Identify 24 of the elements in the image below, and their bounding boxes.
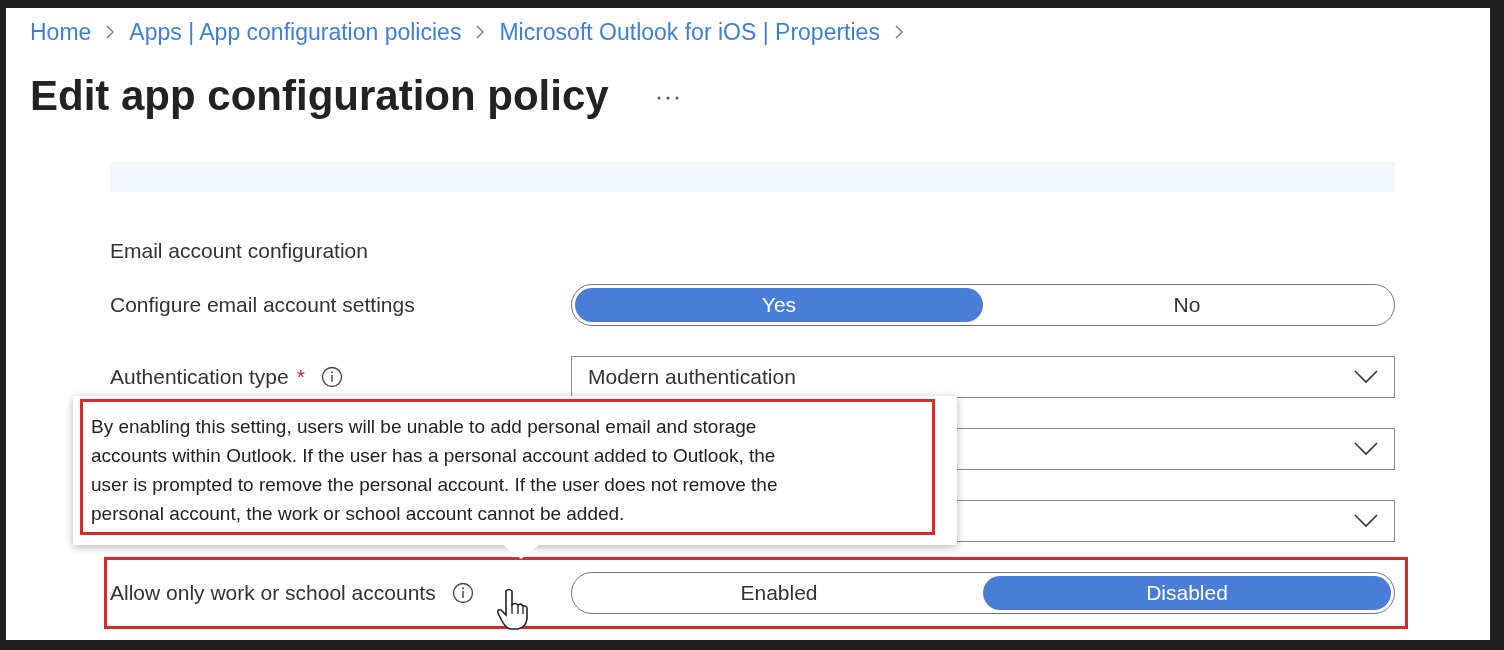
setting-label: Allow only work or school accounts <box>110 581 436 605</box>
setting-label: Configure email account settings <box>110 293 415 317</box>
chevron-down-icon <box>1354 514 1378 528</box>
setting-label: Authentication type <box>110 365 289 389</box>
tooltip-text: By enabling this setting, users will be unable to add personal email and storage accounts within Outlook. If the user has a personal account added to Outlook, the user is prompted to remove the personal account. If the user does not remove the personal account, the work or school account cannot be added. <box>80 399 935 535</box>
chevron-right-icon <box>893 24 904 40</box>
breadcrumb-link[interactable]: Apps | App configuration policies <box>129 18 462 46</box>
breadcrumb-link[interactable]: Microsoft Outlook for iOS | Properties <box>499 18 880 46</box>
more-options-icon[interactable] <box>656 96 679 100</box>
chevron-down-icon <box>1354 370 1378 384</box>
toggle-option[interactable]: Enabled <box>575 576 983 610</box>
section-heading: Email account configuration <box>110 238 369 264</box>
toggle-option[interactable]: No <box>983 288 1391 322</box>
chevron-right-icon <box>475 24 486 40</box>
info-icon[interactable] <box>320 366 343 388</box>
chevron-right-icon <box>105 24 116 40</box>
required-mark: * <box>296 365 305 389</box>
pointer-cursor-icon <box>496 587 530 631</box>
page-title: Edit app configuration policy <box>30 72 609 120</box>
breadcrumb-link[interactable]: Home <box>30 18 92 46</box>
toggle-option[interactable]: Yes <box>575 288 983 322</box>
info-icon[interactable] <box>451 582 474 604</box>
toggle-option[interactable]: Disabled <box>983 576 1391 610</box>
chevron-down-icon <box>1354 442 1378 456</box>
